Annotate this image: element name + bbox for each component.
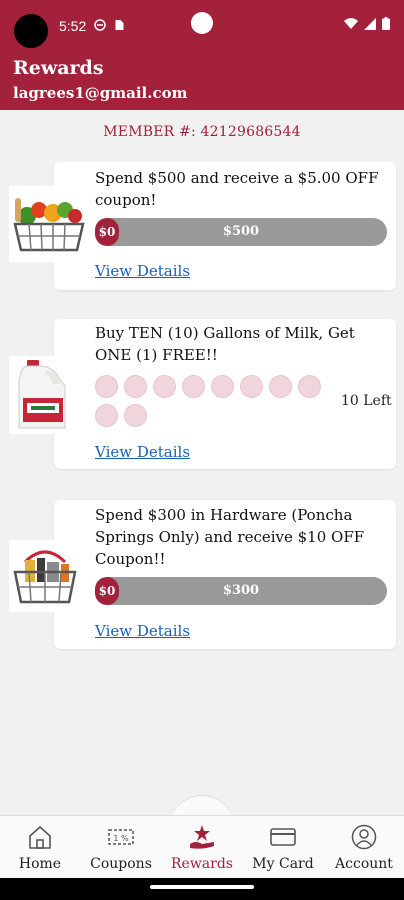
page-title: Rewards [13, 57, 104, 79]
status-bar: 5:52 [0, 0, 404, 52]
nav-home[interactable]: Home [0, 816, 80, 879]
account-email: lagrees1@gmail.com [13, 84, 188, 102]
gesture-navigation-bar [0, 878, 404, 900]
punch-slot [124, 404, 147, 427]
reward-card: Spend $500 and receive a $5.00 OFF coupo… [54, 162, 396, 290]
rewards-icon [190, 825, 214, 849]
battery-icon [382, 17, 390, 30]
punch-slot [240, 375, 263, 398]
member-number: MEMBER #: 42129686544 [103, 124, 301, 140]
nav-my-card[interactable]: My Card [243, 816, 323, 879]
account-icon [351, 824, 377, 850]
reward-progress-bar: $300 $0 [95, 577, 387, 605]
nav-label: Rewards [171, 856, 233, 872]
view-details-link[interactable]: View Details [95, 622, 190, 640]
punch-slot [95, 375, 118, 398]
milk-jug-image [9, 356, 79, 434]
punch-slot [124, 375, 147, 398]
reward-title: Buy TEN (10) Gallons of Milk, Get ONE (1… [95, 324, 355, 364]
bottom-navigation: Home 1 % Coupons Rewards My Card Account [0, 815, 404, 879]
system-icons [344, 17, 390, 30]
hardware-basket-image [9, 540, 81, 612]
reward-card: Buy TEN (10) Gallons of Milk, Get ONE (1… [54, 319, 396, 469]
camera-cutout [14, 14, 48, 48]
punch-slot [182, 375, 205, 398]
reward-card: Spend $300 in Hardware (Poncha Springs O… [54, 500, 396, 649]
nav-label: My Card [252, 856, 314, 872]
nav-label: Home [18, 856, 62, 872]
punch-slot [95, 404, 118, 427]
punch-slot [298, 375, 321, 398]
punches-left: 10 Left [341, 393, 392, 409]
nav-label: Coupons [90, 856, 152, 872]
reward-progress-bar: $500 $0 [95, 218, 387, 246]
sim-icon [115, 20, 124, 30]
reward-title: Spend $300 in Hardware (Poncha Springs O… [95, 506, 365, 568]
wifi-icon [344, 17, 358, 29]
punch-slot [211, 375, 234, 398]
progress-current: $0 [95, 577, 119, 605]
punch-card [95, 375, 335, 427]
progress-goal: $300 [222, 583, 260, 598]
view-details-link[interactable]: View Details [95, 262, 190, 280]
status-time: 5:52 [59, 18, 87, 34]
home-gesture-handle[interactable] [150, 885, 254, 889]
progress-current: $0 [95, 218, 119, 246]
punch-slot [153, 375, 176, 398]
nav-account[interactable]: Account [324, 816, 404, 879]
nav-rewards[interactable]: Rewards [162, 816, 242, 879]
view-details-link[interactable]: View Details [95, 443, 190, 461]
grocery-basket-image [9, 186, 89, 262]
nav-label: Account [335, 856, 393, 872]
reward-title: Spend $500 and receive a $5.00 OFF coupo… [95, 169, 379, 209]
svg-text:1 %: 1 % [113, 834, 129, 843]
progress-goal: $500 [222, 224, 260, 239]
app-header: 5:52 Rewards lagrees1@gmail.com [0, 0, 404, 110]
front-camera [191, 12, 213, 34]
card-icon [270, 828, 296, 846]
home-icon [29, 825, 51, 849]
signal-icon [364, 17, 376, 30]
punch-slot [269, 375, 292, 398]
coupon-icon: 1 % [108, 829, 134, 845]
nav-coupons[interactable]: 1 % Coupons [81, 816, 161, 879]
dnd-icon [94, 19, 106, 31]
